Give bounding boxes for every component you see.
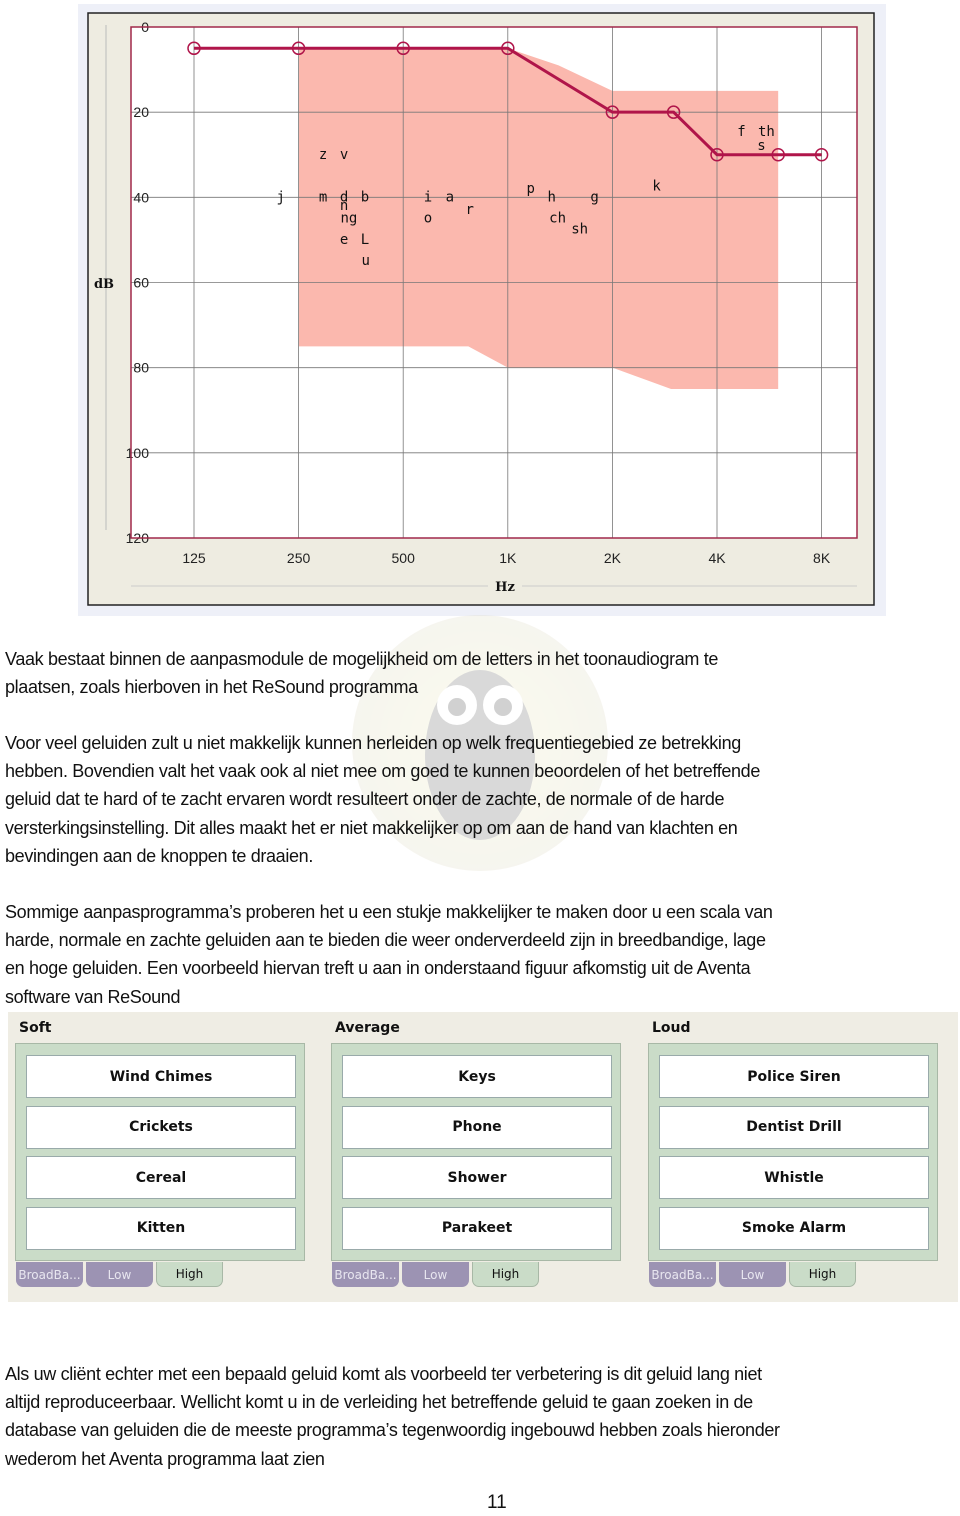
sound-button-whistle[interactable]: Whistle (659, 1156, 929, 1199)
text-line: altijd reproduceerbaar. Wellicht komt u … (5, 1392, 753, 1413)
phoneme-label: e (340, 232, 348, 248)
phoneme-label: k (652, 179, 661, 195)
text-line: Als uw cliënt echter met een bepaald gel… (5, 1364, 762, 1384)
phoneme-label: m (319, 189, 327, 205)
text-line: versterkingsinstelling. Dit alles maakt … (5, 817, 738, 838)
text-line: wederom het Aventa programma laat zien (5, 1448, 325, 1469)
tab-high[interactable]: High (472, 1262, 539, 1287)
phoneme-label: z (319, 147, 327, 163)
group-title-soft: Soft (19, 1020, 52, 1036)
x-tick-label: 8K (813, 550, 831, 566)
tab-high[interactable]: High (156, 1262, 223, 1287)
sound-group-soft: Wind Chimes Crickets Cereal Kitten (15, 1043, 305, 1261)
sound-group-loud: Police Siren Dentist Drill Whistle Smoke Al… (648, 1043, 938, 1261)
sound-button-crickets[interactable]: Crickets (26, 1105, 296, 1149)
y-axis-label: dB (94, 277, 114, 292)
phoneme-label: f (737, 124, 745, 140)
tab-broadba[interactable]: BroadBa... (649, 1262, 716, 1287)
sound-button-smoke-alarm[interactable]: Smoke Alarm (659, 1206, 929, 1250)
document-page: 0 20 40 60 80 100 120 125 250 500 1K 2K 4K 8K Hz dB j m d b… (0, 0, 960, 1516)
phoneme-label: ng (341, 211, 358, 227)
sound-button-parakeet[interactable]: Parakeet (342, 1206, 612, 1250)
paragraph-3: Sommige aanpasprogramma’s proberen het u… (5, 898, 773, 1011)
phoneme-label: i (424, 189, 432, 205)
phoneme-label: p (526, 181, 534, 197)
text-line: hebben. Bovendien valt het vaak ook al n… (5, 761, 760, 782)
phoneme-label: L (361, 232, 369, 248)
tab-low[interactable]: Low (402, 1262, 469, 1287)
x-tick-label: 125 (182, 550, 206, 566)
sound-library-panel: Soft Wind Chimes Crickets Cereal Kitten Broad… (8, 1012, 958, 1302)
text-line: Voor veel geluiden zult u niet makkelijk… (5, 733, 741, 753)
phoneme-label: ch (549, 211, 566, 227)
phoneme-label: h (548, 189, 556, 205)
page-number: 11 (487, 1492, 507, 1513)
paragraph-2: Voor veel geluiden zult u niet makkelijk… (5, 729, 760, 870)
sound-button-dentist-drill[interactable]: Dentist Drill (659, 1105, 929, 1149)
audiogram-chart: 020406080100120125 250 500 1K 2K 4K 8KHzdBj m d b… (78, 4, 886, 616)
text-line: software van ReSound (5, 986, 181, 1007)
phoneme-label: b (361, 189, 369, 205)
sound-button-keys[interactable]: Keys (342, 1055, 612, 1098)
tab-high[interactable]: High (789, 1262, 856, 1287)
phoneme-label: v (340, 147, 348, 163)
paragraph-1: Vaak bestaat binnen de aanpasmodule de m… (5, 645, 718, 701)
sound-button-phone[interactable]: Phone (342, 1105, 612, 1149)
phoneme-label: u (361, 253, 369, 269)
sound-group-average: Keys Phone Shower Parakeet (331, 1043, 621, 1261)
text-line: Sommige aanpasprogramma’s proberen het u… (5, 902, 773, 922)
text-line: plaatsen, zoals hierboven in het ReSound… (5, 677, 418, 698)
text-line: geluid dat te hard of te zacht ervaren w… (5, 789, 725, 810)
phoneme-label: s (757, 138, 765, 154)
tab-broadba[interactable]: BroadBa... (16, 1262, 83, 1287)
y-tick-label: 60 (133, 275, 149, 291)
text-line: database van geluiden die de meeste prog… (5, 1420, 780, 1441)
paragraph-4: Als uw cliënt echter met een bepaald gel… (5, 1360, 780, 1473)
tab-broadba[interactable]: BroadBa... (332, 1262, 399, 1287)
text-line: Vaak bestaat binnen de aanpasmodule de m… (5, 649, 719, 669)
sound-button-wind-chimes[interactable]: Wind Chimes (26, 1055, 296, 1098)
y-tick-label: 40 (133, 189, 149, 205)
sound-button-police-siren[interactable]: Police Siren (659, 1055, 929, 1098)
phoneme-label: sh (571, 221, 588, 237)
group-title-average: Average (335, 1020, 400, 1036)
phoneme-label: r (466, 202, 474, 218)
x-tick-label: 4K (708, 550, 726, 566)
sound-button-shower[interactable]: Shower (342, 1156, 612, 1199)
y-tick-label: 80 (133, 360, 149, 376)
x-axis-label: Hz (495, 580, 515, 595)
group-title-loud: Loud (652, 1020, 691, 1036)
sound-button-cereal[interactable]: Cereal (26, 1156, 296, 1199)
y-tick-label: 100 (126, 445, 150, 461)
phoneme-label: a (446, 189, 454, 205)
sound-button-kitten[interactable]: Kitten (26, 1206, 296, 1250)
text-line: bevindingen aan de knoppen te draaien. (5, 845, 313, 866)
y-tick-label: 20 (133, 104, 149, 120)
x-tick-label: 1K (499, 550, 517, 566)
phoneme-label: j (276, 189, 284, 205)
x-tick-label: 500 (392, 550, 416, 566)
speech-region (298, 48, 779, 389)
text-line: en hoge geluiden. Een voorbeeld hiervan … (5, 958, 751, 979)
tab-low[interactable]: Low (719, 1262, 786, 1287)
tab-low[interactable]: Low (86, 1262, 153, 1287)
x-tick-label: 250 (287, 550, 311, 566)
phoneme-label: g (590, 189, 598, 205)
x-tick-label: 2K (604, 550, 622, 566)
text-line: harde, normale en zachte geluiden aan te… (5, 930, 766, 951)
phoneme-label: o (424, 211, 432, 227)
